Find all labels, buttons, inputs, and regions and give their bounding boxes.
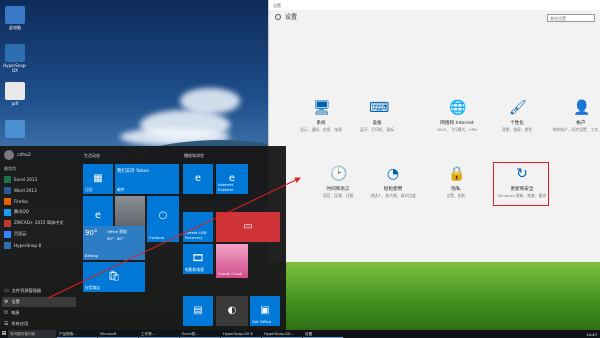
- annotation-arrow: [47, 177, 301, 299]
- taskbar-item[interactable]: Microsoft: [98, 330, 138, 338]
- taskbar-item[interactable]: 工作簿...: [139, 330, 179, 338]
- taskbar: ⊞ 有问题尽管问我 产品搜索... Microsoft 工作簿... Excel表..…: [0, 330, 600, 338]
- taskbar-item[interactable]: 设置: [303, 330, 343, 338]
- taskbar-item[interactable]: HyperSnap-DX 8: [221, 330, 261, 338]
- taskbar-item[interactable]: HyperSnap-DX...: [262, 330, 302, 338]
- taskbar-item[interactable]: Excel表...: [180, 330, 220, 338]
- taskbar-item[interactable]: 产品搜索...: [57, 330, 97, 338]
- taskbar-clock[interactable]: 14:47: [586, 332, 600, 337]
- start-button[interactable]: ⊞: [0, 330, 8, 338]
- taskbar-search[interactable]: 有问题尽管问我: [8, 330, 56, 338]
